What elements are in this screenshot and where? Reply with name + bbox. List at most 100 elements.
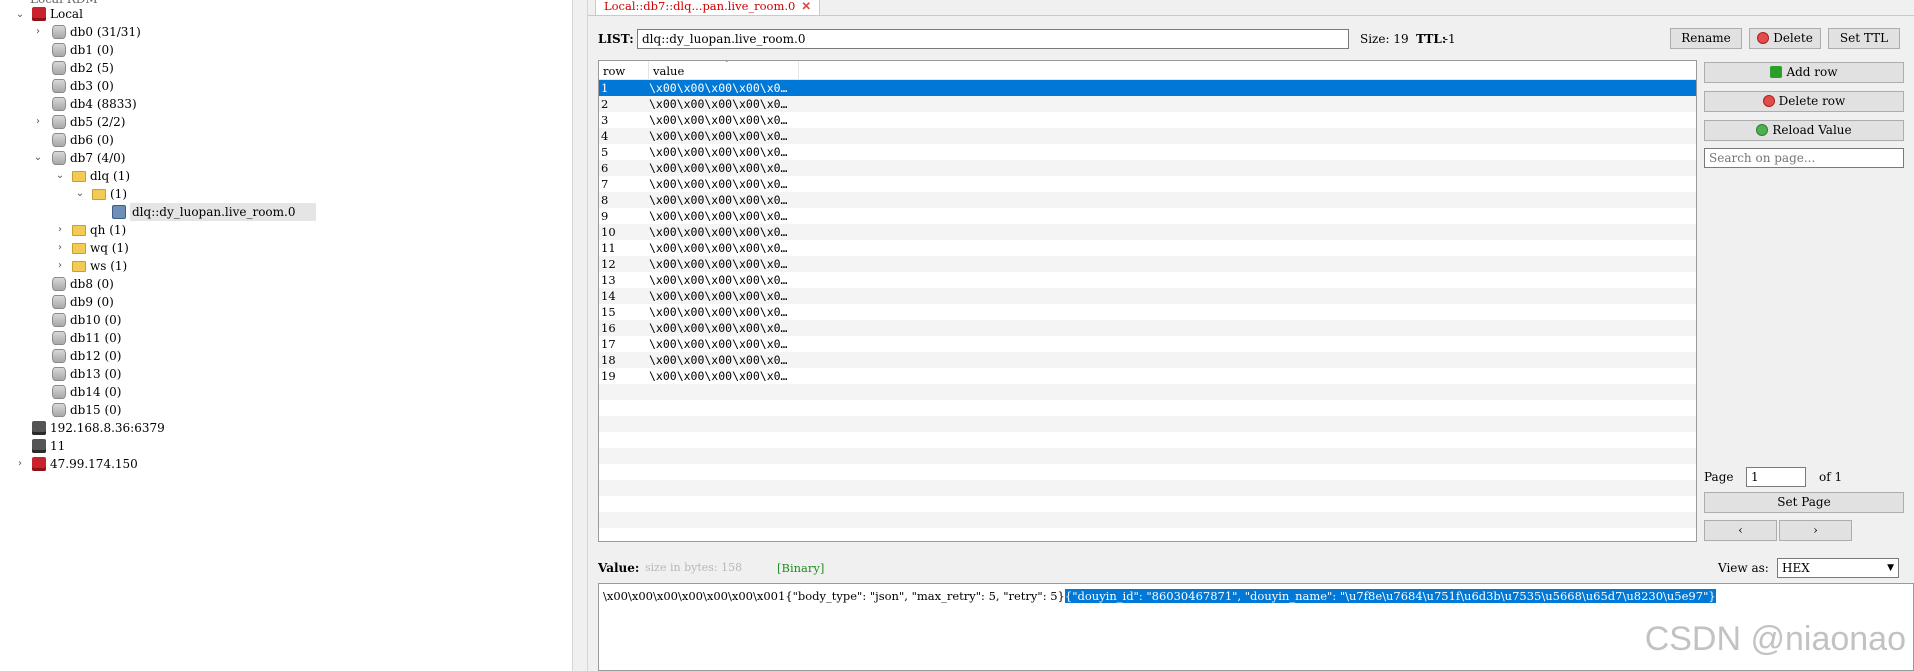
row-number-cell: 12 [601,257,616,271]
tab-key[interactable]: Local::db7::dlq...pan.live_room.0 ✕ [595,0,820,16]
table-row[interactable]: 10 \x00\x00\x00\x00\x0… [599,224,1696,240]
set-ttl-button[interactable]: Set TTL [1828,28,1900,49]
tree-db-8[interactable]: db8 (0) [52,275,114,293]
page-input[interactable]: 1 [1746,467,1806,487]
delete-key-button[interactable]: Delete [1749,28,1821,49]
tree-db-10[interactable]: db10 (0) [52,311,121,329]
table-row[interactable]: 6 \x00\x00\x00\x00\x0… [599,160,1696,176]
row-number-cell: 13 [601,273,616,287]
table-row[interactable]: 18 \x00\x00\x00\x00\x0… [599,352,1696,368]
database-icon [52,97,66,111]
table-row[interactable]: 11 \x00\x00\x00\x00\x0… [599,240,1696,256]
table-row[interactable]: 8 \x00\x00\x00\x00\x0… [599,192,1696,208]
delete-icon [1762,95,1775,107]
row-number-cell: 1 [601,81,609,95]
tree-db-3[interactable]: db3 (0) [52,77,114,95]
database-icon [52,25,66,39]
folder-icon [72,261,86,272]
size-text: Size: 19 [1360,32,1409,46]
tree-db-6[interactable]: db6 (0) [52,131,114,149]
row-value-cell: \x00\x00\x00\x00\x0… [649,321,788,335]
tree-db-9[interactable]: db9 (0) [52,293,114,311]
delete-row-button[interactable]: Delete row [1704,91,1904,112]
close-icon[interactable]: ✕ [801,0,811,13]
tree-db-15[interactable]: db15 (0) [52,401,121,419]
chevron-right-icon[interactable]: › [14,455,26,473]
table-row[interactable]: 3 \x00\x00\x00\x00\x0… [599,112,1696,128]
table-row[interactable]: 2 \x00\x00\x00\x00\x0… [599,96,1696,112]
dropdown-arrow-icon: ▼ [1887,563,1894,573]
view-as-value: HEX [1782,561,1810,575]
tree-key-selected[interactable]: dlq::dy_luopan.live_room.0 [112,203,316,221]
table-row[interactable]: 13 \x00\x00\x00\x00\x0… [599,272,1696,288]
tree-db-1[interactable]: db1 (0) [52,41,114,59]
chevron-right-icon[interactable]: › [32,23,44,41]
chevron-down-icon[interactable]: ⌄ [74,185,86,203]
table-row[interactable]: 7 \x00\x00\x00\x00\x0… [599,176,1696,192]
row-number-cell: 6 [601,161,609,175]
page-of-label: of 1 [1819,470,1843,484]
row-value-cell: \x00\x00\x00\x00\x0… [649,273,788,287]
table-row[interactable]: 4 \x00\x00\x00\x00\x0… [599,128,1696,144]
tree-server-192-168-8-36[interactable]: 192.168.8.36:6379 [32,419,165,437]
tree-db-0[interactable]: db0 (31/31) [52,23,141,41]
chevron-right-icon[interactable]: › [54,221,66,239]
table-stripe [599,384,1696,400]
chevron-down-icon[interactable]: ⌄ [54,167,66,185]
table-row[interactable]: 5 \x00\x00\x00\x00\x0… [599,144,1696,160]
tree-db-12[interactable]: db12 (0) [52,347,121,365]
chevron-right-icon[interactable]: › [54,239,66,257]
chevron-right-icon[interactable]: › [32,113,44,131]
reload-value-button[interactable]: Reload Value [1704,120,1904,141]
folder-icon [72,225,86,236]
database-icon [52,331,66,345]
table-stripe [599,480,1696,496]
table-row[interactable]: 14 \x00\x00\x00\x00\x0… [599,288,1696,304]
table-row[interactable]: 12 \x00\x00\x00\x00\x0… [599,256,1696,272]
row-number-cell: 11 [601,241,616,255]
tree-server-47-99-174-150[interactable]: 47.99.174.150 [32,455,138,473]
row-value-cell: \x00\x00\x00\x00\x0… [649,337,788,351]
tree-db-13[interactable]: db13 (0) [52,365,121,383]
delete-row-label: Delete row [1778,94,1846,108]
table-row[interactable]: 15 \x00\x00\x00\x00\x0… [599,304,1696,320]
tree-namespace-qh[interactable]: qh (1) [72,221,126,239]
key-name-input[interactable]: dlq::dy_luopan.live_room.0 [637,29,1349,49]
database-icon [52,403,66,417]
search-on-page-input[interactable] [1704,148,1904,168]
tree-server-local[interactable]: Local [32,5,83,23]
tree-db-11[interactable]: db11 (0) [52,329,121,347]
sort-indicator-icon: ⌄ [723,60,731,65]
tree-namespace-dlq[interactable]: dlq (1) [72,167,130,185]
prev-page-button[interactable]: ‹ [1704,520,1777,541]
tree-db-2[interactable]: db2 (5) [52,59,114,77]
tree-server-11[interactable]: 11 [32,437,65,455]
tree-db-7[interactable]: db7 (4/0) [52,149,126,167]
splitter-handle[interactable] [572,0,588,671]
table-row[interactable]: 16 \x00\x00\x00\x00\x0… [599,320,1696,336]
chevron-down-icon[interactable]: ⌄ [14,6,26,24]
add-row-button[interactable]: Add row [1704,62,1904,83]
row-number-cell: 17 [601,337,616,351]
tree-db-4[interactable]: db4 (8833) [52,95,137,113]
tree-db-5[interactable]: db5 (2/2) [52,113,126,131]
tree-db-14[interactable]: db14 (0) [52,383,121,401]
row-value-cell: \x00\x00\x00\x00\x0… [649,241,788,255]
set-page-button[interactable]: Set Page [1704,492,1904,513]
column-header-row[interactable]: row [599,61,649,79]
tree-namespace-empty[interactable]: (1) [92,185,127,203]
row-number-cell: 10 [601,225,616,239]
tree-namespace-ws[interactable]: ws (1) [72,257,127,275]
table-row[interactable]: 17 \x00\x00\x00\x00\x0… [599,336,1696,352]
table-row[interactable]: 1 \x00\x00\x00\x00\x0… [599,80,1696,96]
chevron-down-icon[interactable]: ⌄ [32,149,44,167]
chevron-right-icon[interactable]: › [54,257,66,275]
tree-namespace-wq[interactable]: wq (1) [72,239,129,257]
rename-button[interactable]: Rename [1670,28,1742,49]
database-icon [52,61,66,75]
view-as-select[interactable]: HEX ▼ [1777,558,1899,578]
table-row[interactable]: 9 \x00\x00\x00\x00\x0… [599,208,1696,224]
table-row[interactable]: 19 \x00\x00\x00\x00\x0… [599,368,1696,384]
row-value-cell: \x00\x00\x00\x00\x0… [649,129,788,143]
next-page-button[interactable]: › [1779,520,1852,541]
